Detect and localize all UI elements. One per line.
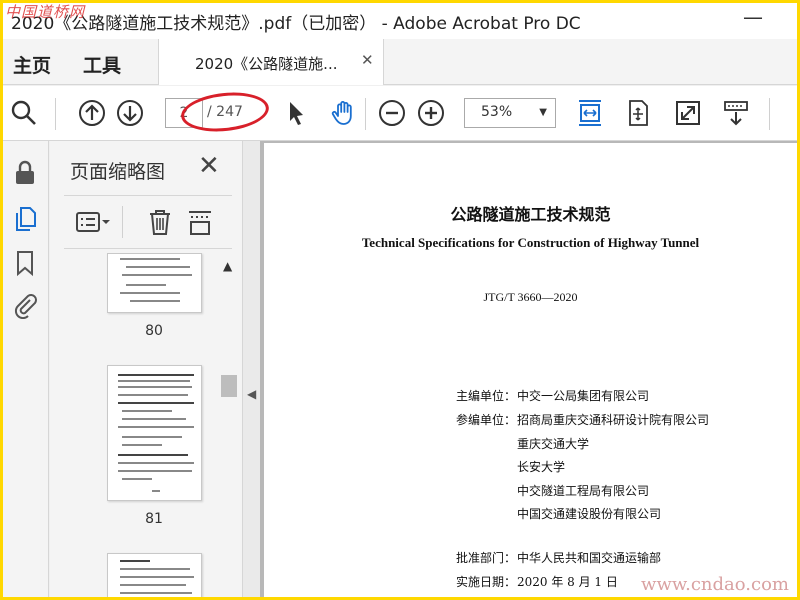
panel-splitter[interactable]: ◀ <box>242 141 260 597</box>
participant: 中交隧道工程局有限公司 <box>517 484 650 498</box>
page-thumbnail[interactable] <box>107 365 202 501</box>
bookmark-icon[interactable] <box>9 247 41 279</box>
participants-label: 参编单位： <box>456 413 517 427</box>
lock-icon[interactable] <box>9 157 41 189</box>
editor-value: 中交一公局集团有限公司 <box>517 389 650 403</box>
scroll-mode-icon[interactable] <box>721 98 751 128</box>
participant: 长安大学 <box>517 460 566 474</box>
approver-value: 中华人民共和国交通运输部 <box>517 551 662 565</box>
toolbar-divider <box>365 98 366 130</box>
close-icon[interactable]: ✕ <box>198 151 220 181</box>
date-value: 2020 年 8 月 1 日 <box>517 575 618 589</box>
chevron-up-icon[interactable]: ▲ <box>223 259 232 273</box>
hand-icon[interactable] <box>329 98 359 128</box>
tab-bar: 主页 工具 2020《公路隧道施... ✕ <box>3 39 797 85</box>
zoom-value: 53% <box>481 104 513 120</box>
zoom-out-icon[interactable] <box>377 98 407 128</box>
participant: 重庆交通大学 <box>517 437 590 451</box>
annotation-oval <box>179 88 271 136</box>
navigation-rail <box>3 141 49 597</box>
select-arrow-icon[interactable] <box>281 98 311 128</box>
thumbnail-label: 81 <box>145 511 163 527</box>
panel-title: 页面缩略图 <box>70 161 166 183</box>
tab-home[interactable]: 主页 <box>13 51 51 78</box>
acrobat-window: 2020《公路隧道施工技术规范》.pdf（已加密） - Adobe Acroba… <box>3 3 797 597</box>
trash-icon[interactable] <box>144 206 176 238</box>
tab-tools[interactable]: 工具 <box>83 51 121 78</box>
chevron-down-icon: ▼ <box>539 107 547 118</box>
collapse-arrow-icon[interactable]: ◀ <box>247 387 256 401</box>
zoom-select[interactable]: 53% ▼ <box>464 98 556 128</box>
standard-code: JTG/T 3660—2020 <box>483 290 578 304</box>
insert-page-icon[interactable] <box>184 206 216 238</box>
window-title: 2020《公路隧道施工技术规范》.pdf（已加密） - Adobe Acroba… <box>11 14 581 34</box>
document-title-en: Technical Specifications for Constructio… <box>361 235 700 250</box>
panel-toolbar <box>64 195 232 249</box>
attachment-icon[interactable] <box>9 289 41 321</box>
thumbnail-label: 80 <box>145 323 163 339</box>
page-up-icon[interactable] <box>77 98 107 128</box>
fit-width-icon[interactable] <box>575 98 605 128</box>
toolbar-divider <box>769 98 770 130</box>
zoom-in-icon[interactable] <box>416 98 446 128</box>
document-title-cn: 公路隧道施工技术规范 <box>450 205 611 224</box>
editor-label: 主编单位： <box>456 389 517 403</box>
participant: 招商局重庆交通科研设计院有限公司 <box>517 413 710 427</box>
pdf-page: 公路隧道施工技术规范 Technical Specifications for … <box>264 143 797 597</box>
watermark-bottom: www.cndao.com <box>641 574 789 595</box>
participant: 中国交通建设股份有限公司 <box>517 507 662 521</box>
pages-icon[interactable] <box>9 203 41 235</box>
page-thumbnail[interactable] <box>107 253 202 313</box>
panel-divider <box>122 206 123 238</box>
page-down-icon[interactable] <box>115 98 145 128</box>
approver-label: 批准部门： <box>456 551 517 565</box>
date-label: 实施日期： <box>456 575 517 589</box>
page-thumbnail[interactable] <box>107 553 202 597</box>
toolbar: / 247 53% ▼ <box>3 86 797 141</box>
options-menu-icon[interactable] <box>72 206 114 238</box>
document-view[interactable]: 公路隧道施工技术规范 Technical Specifications for … <box>260 141 797 597</box>
minimize-button[interactable]: — <box>743 5 763 29</box>
watermark-top: 中国道桥网 <box>5 3 86 21</box>
scroll-thumb[interactable] <box>221 375 237 397</box>
search-icon[interactable] <box>9 98 39 128</box>
thumbnail-scrollbar[interactable]: ▲ <box>218 253 240 597</box>
close-icon[interactable]: ✕ <box>361 51 374 69</box>
thumbnail-list: 80 81 <box>50 253 218 597</box>
fit-page-icon[interactable] <box>623 98 653 128</box>
thumbnail-panel: 页面缩略图 ✕ 80 81 ▲ <box>50 141 242 597</box>
document-tab[interactable]: 2020《公路隧道施... ✕ <box>158 39 384 85</box>
title-bar: 2020《公路隧道施工技术规范》.pdf（已加密） - Adobe Acroba… <box>3 3 797 39</box>
toolbar-divider <box>55 98 56 130</box>
document-tab-label: 2020《公路隧道施... <box>195 55 338 73</box>
fullscreen-icon[interactable] <box>673 98 703 128</box>
